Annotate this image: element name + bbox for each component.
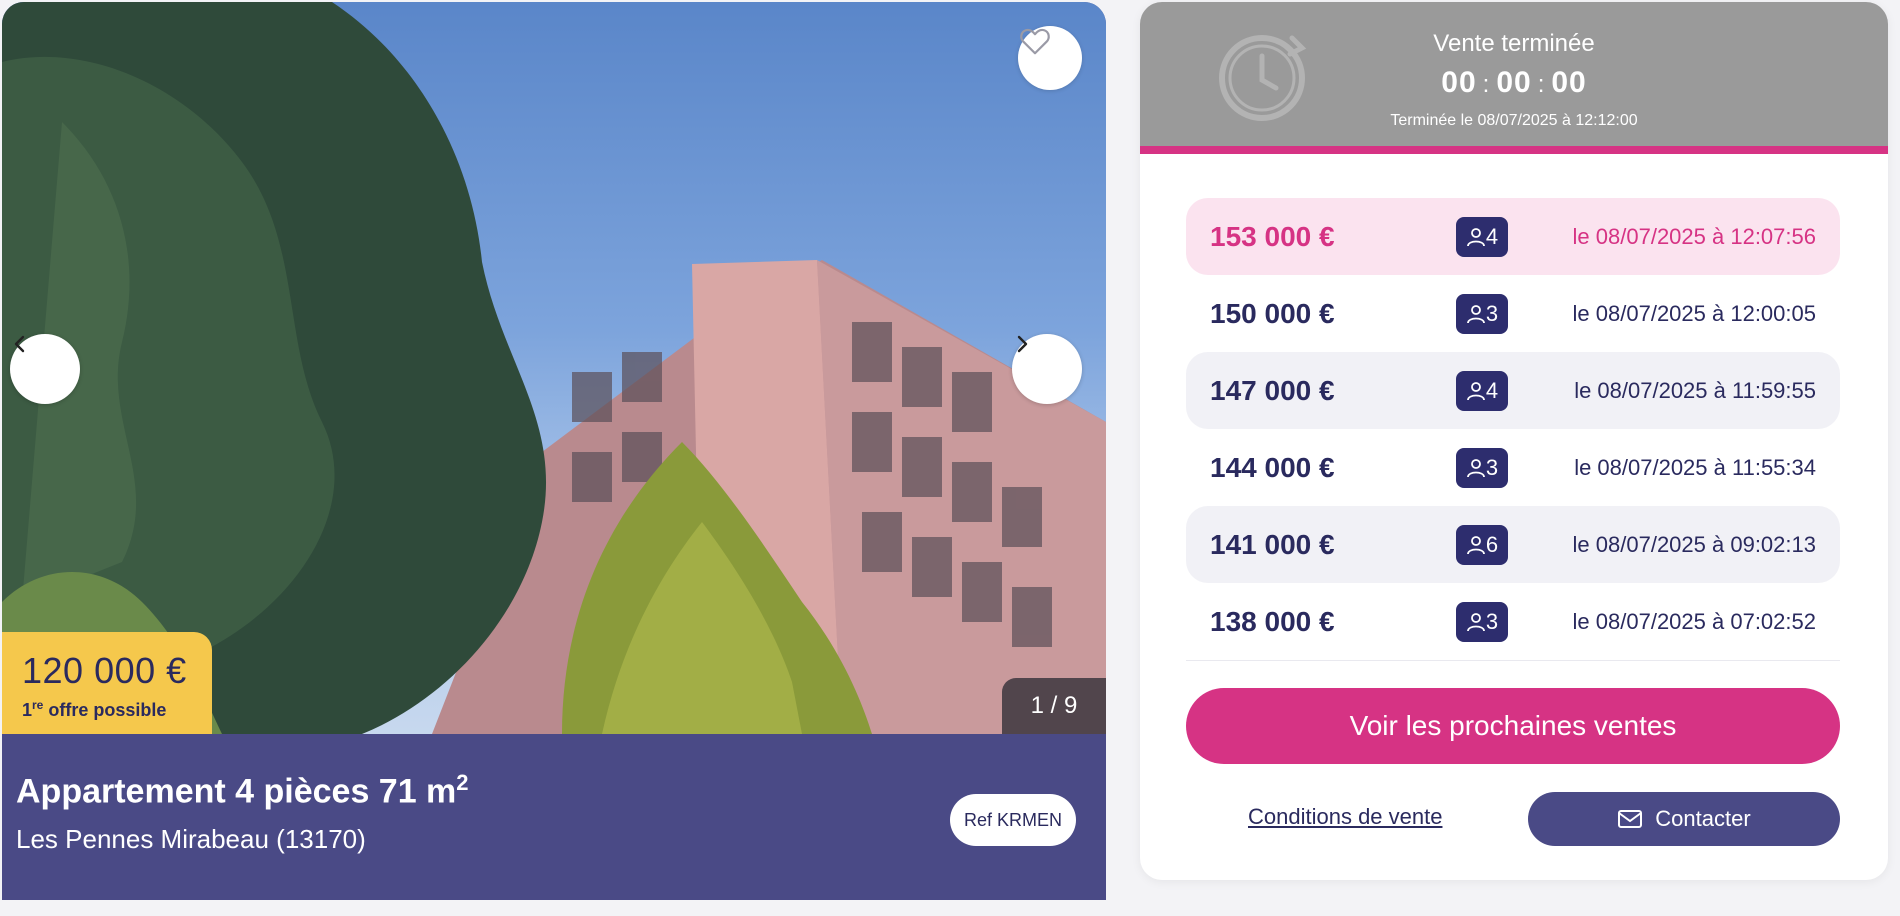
sale-conditions-link[interactable]: Conditions de vente — [1248, 804, 1442, 830]
bid-date: le 08/07/2025 à 07:02:52 — [1572, 608, 1816, 634]
price-note-number: 1 — [22, 700, 33, 720]
bidder-count: 3 — [1485, 608, 1499, 634]
mail-icon — [1618, 810, 1643, 828]
bid-row: 150 000 € 3 le 08/07/2025 à 12:00:05 — [1186, 275, 1840, 352]
listing-title-sup: 2 — [456, 770, 469, 795]
timer-seconds: 00 — [1551, 66, 1587, 99]
bidder-count-badge: 3 — [1456, 601, 1508, 642]
price-note-sup: re — [32, 698, 44, 712]
bidder-count-badge: 3 — [1456, 293, 1508, 334]
listing-photo[interactable]: 120 000 € 1re offre possible 1 / 9 — [2, 2, 1106, 734]
user-icon — [1466, 458, 1485, 477]
bid-amount: 150 000 € — [1210, 297, 1335, 329]
next-sales-button[interactable]: Voir les prochaines ventes — [1186, 688, 1840, 764]
header-accent-line — [1140, 146, 1888, 154]
bid-date: le 08/07/2025 à 12:07:56 — [1572, 223, 1816, 249]
heart-icon — [1020, 28, 1050, 55]
bid-row: 153 000 € 4 le 08/07/2025 à 12:07:56 — [1186, 198, 1840, 275]
bid-row: 147 000 € 4 le 08/07/2025 à 11:59:55 — [1186, 352, 1840, 429]
timer-hours: 00 — [1441, 66, 1477, 99]
bid-amount: 141 000 € — [1210, 528, 1335, 560]
bid-date: le 08/07/2025 à 12:00:05 — [1572, 300, 1816, 326]
timer-separator: : — [1482, 71, 1491, 98]
auction-card: Vente terminée 00:00:00 Terminée le 08/0… — [1140, 2, 1888, 880]
bid-row: 144 000 € 3 le 08/07/2025 à 11:55:34 — [1186, 429, 1840, 506]
timer-separator: : — [1537, 71, 1546, 98]
bidder-count-badge: 4 — [1456, 216, 1508, 257]
bidder-count-badge: 6 — [1456, 524, 1508, 565]
bid-date: le 08/07/2025 à 11:55:34 — [1574, 454, 1816, 480]
bid-row: 141 000 € 6 le 08/07/2025 à 09:02:13 — [1186, 506, 1840, 583]
listing-info-bar: Appartement 4 pièces 71 m2 Les Pennes Mi… — [2, 734, 1106, 900]
countdown-timer: 00:00:00 — [1140, 66, 1888, 100]
bidder-count: 3 — [1485, 454, 1499, 480]
user-icon — [1466, 381, 1485, 400]
bid-date: le 08/07/2025 à 09:02:13 — [1572, 531, 1816, 557]
favorite-button[interactable] — [1018, 26, 1082, 90]
listing-title-text: Appartement 4 pièces 71 m — [16, 772, 457, 811]
bid-amount: 138 000 € — [1210, 605, 1335, 637]
bid-date: le 08/07/2025 à 11:59:55 — [1574, 377, 1816, 403]
auction-timer-header: Vente terminée 00:00:00 Terminée le 08/0… — [1140, 2, 1888, 154]
bid-amount: 144 000 € — [1210, 451, 1335, 483]
listing-title: Appartement 4 pièces 71 m2 — [16, 770, 469, 811]
bidder-count: 4 — [1485, 223, 1499, 249]
previous-photo-button[interactable] — [10, 334, 80, 404]
next-photo-button[interactable] — [1012, 334, 1082, 404]
bid-amount: 153 000 € — [1210, 220, 1335, 252]
bid-amount: 147 000 € — [1210, 374, 1335, 406]
contact-label: Contacter — [1655, 806, 1751, 831]
starting-price: 120 000 € — [22, 650, 187, 691]
bidder-count-badge: 4 — [1456, 370, 1508, 411]
chevron-left-icon — [14, 335, 25, 353]
reference-button[interactable]: Ref KRMEN — [950, 794, 1076, 846]
photo-illustration — [2, 2, 1106, 734]
price-note-text: offre possible — [43, 700, 167, 720]
photo-counter: 1 / 9 — [1002, 678, 1106, 734]
bid-row: 138 000 € 3 le 08/07/2025 à 07:02:52 — [1186, 583, 1840, 661]
auction-end-date: Terminée le 08/07/2025 à 12:12:00 — [1390, 112, 1638, 129]
bidder-count: 4 — [1485, 377, 1499, 403]
auction-status: Vente terminée — [1433, 30, 1595, 57]
user-icon — [1466, 612, 1485, 631]
contact-button[interactable]: Contacter — [1528, 792, 1840, 846]
user-icon — [1466, 227, 1485, 246]
timer-minutes: 00 — [1496, 66, 1532, 99]
bidder-count: 3 — [1485, 300, 1499, 326]
price-note: 1re offre possible — [22, 698, 212, 721]
bid-history-list: 153 000 € 4 le 08/07/2025 à 12:07:56 150… — [1186, 198, 1840, 661]
user-icon — [1466, 304, 1485, 323]
listing-card: 120 000 € 1re offre possible 1 / 9 Appar… — [2, 2, 1106, 900]
chevron-right-icon — [1017, 335, 1028, 353]
price-tag: 120 000 € 1re offre possible — [2, 632, 212, 734]
listing-location: Les Pennes Mirabeau (13170) — [16, 824, 366, 854]
user-icon — [1466, 535, 1485, 554]
bidder-count: 6 — [1485, 531, 1499, 557]
bidder-count-badge: 3 — [1456, 447, 1508, 488]
